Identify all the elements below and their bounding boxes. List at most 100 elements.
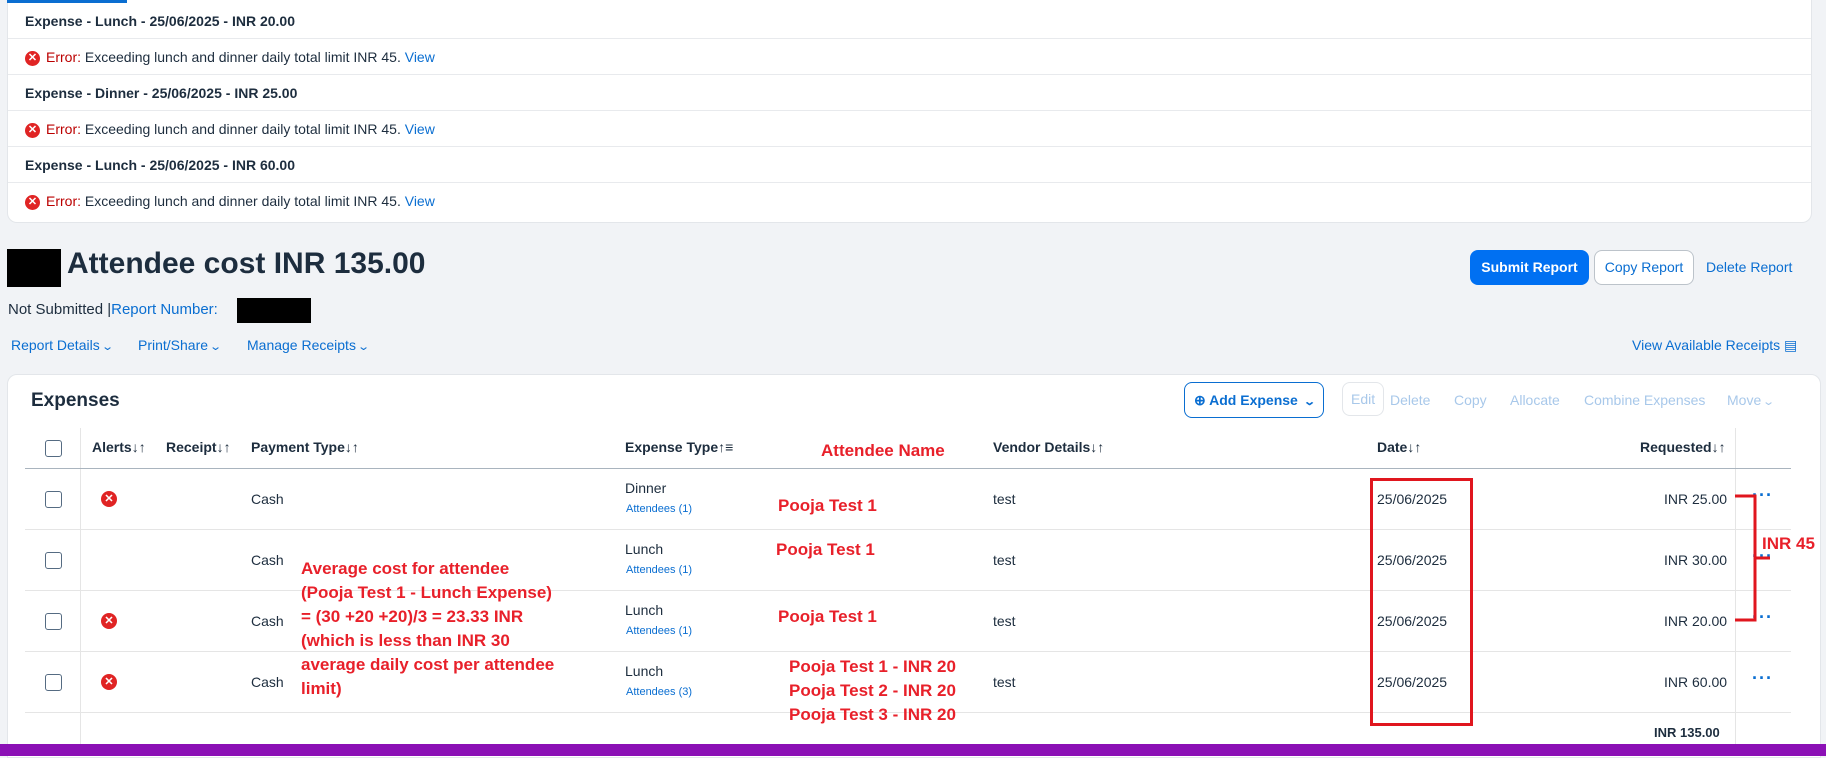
note-line: = (30 +20 +20)/3 = 23.33 INR [301, 607, 524, 626]
menu-label: View Available Receipts [1632, 337, 1781, 353]
error-icon[interactable]: ✕ [101, 491, 117, 507]
chevron-down-icon: ⌄ [1762, 396, 1776, 408]
submit-report-button[interactable]: Submit Report [1470, 250, 1589, 285]
row-checkbox[interactable] [45, 491, 62, 508]
expense-type: Lunch [625, 602, 664, 618]
payment-type: Cash [251, 674, 284, 690]
view-link[interactable]: View [405, 121, 435, 137]
combine-expenses-button[interactable]: Combine Expenses [1584, 392, 1705, 408]
note-line: limit) [301, 679, 342, 698]
row-checkbox[interactable] [45, 613, 62, 630]
move-label: Move [1727, 392, 1762, 408]
column-requested[interactable]: Requested↓↑ [1640, 439, 1726, 455]
row-divider [25, 651, 1791, 652]
column-divider [80, 428, 81, 744]
row-checkbox[interactable] [45, 674, 62, 691]
column-payment-type[interactable]: Payment Type↓↑ [251, 439, 359, 455]
report-number-link[interactable]: Report Number: [111, 301, 218, 318]
view-link[interactable]: View [405, 49, 435, 65]
error-icon: ✕ [25, 122, 40, 138]
view-available-receipts-link[interactable]: View Available Receipts ▤ [1632, 337, 1797, 354]
column-alerts[interactable]: Alerts↓↑ [92, 439, 146, 455]
annotation-date-highlight [1370, 478, 1473, 726]
alerts-panel: Expense - Lunch - 25/06/2025 - INR 20.00… [7, 0, 1812, 223]
chevron-down-icon: ⌄ [1302, 396, 1316, 408]
delete-button[interactable]: Delete [1390, 392, 1430, 408]
edit-button[interactable]: Edit [1342, 382, 1385, 416]
total-amount: INR 135.00 [1654, 725, 1720, 740]
menu-label: Report Details [11, 337, 100, 353]
expenses-title: Expenses [31, 390, 120, 411]
view-link[interactable]: View [405, 193, 435, 209]
copy-report-button[interactable]: Copy Report [1594, 250, 1694, 285]
annotation-attendee-header: Attendee Name [821, 441, 945, 460]
column-vendor-details[interactable]: Vendor Details↓↑ [993, 439, 1104, 455]
row-checkbox[interactable] [45, 552, 62, 569]
attendees-link[interactable]: Attendees (1) [626, 625, 692, 637]
error-message: Exceeding lunch and dinner daily total l… [84, 121, 401, 137]
column-expense-type[interactable]: Expense Type↑≡ [625, 439, 733, 455]
requested-amount: INR 25.00 [1664, 491, 1728, 507]
column-label: Requested [1640, 439, 1712, 455]
error-icon: ✕ [25, 50, 40, 66]
report-details-menu[interactable]: Report Details⌄ [11, 337, 114, 353]
payment-type: Cash [251, 491, 284, 507]
attendees-link[interactable]: Attendees (1) [626, 503, 692, 515]
alert-error-row: ✕ Error: Exceeding lunch and dinner daily… [8, 110, 1811, 147]
annotation-name: Pooja Test 1 [776, 540, 875, 559]
row-divider [25, 590, 1791, 591]
header-divider [25, 468, 1791, 469]
error-label: Error: [46, 193, 81, 209]
error-label: Error: [46, 49, 81, 65]
allocate-button[interactable]: Allocate [1510, 392, 1560, 408]
annotation-bracket-label: INR 45 [1762, 534, 1815, 553]
delete-report-button[interactable]: Delete Report [1706, 259, 1792, 275]
column-date[interactable]: Date↓↑ [1377, 439, 1421, 455]
print-share-menu[interactable]: Print/Share⌄ [138, 337, 222, 353]
vendor-details: test [993, 674, 1016, 690]
chevron-down-icon: ⌄ [357, 341, 371, 353]
more-actions-icon[interactable]: ··· [1752, 668, 1773, 689]
error-label: Error: [46, 121, 81, 137]
menu-label: Manage Receipts [247, 337, 356, 353]
error-icon[interactable]: ✕ [101, 613, 117, 629]
column-receipt[interactable]: Receipt↓↑ [166, 439, 231, 455]
column-label: Payment Type [251, 439, 345, 455]
report-status: Not Submitted |Report Number: [8, 301, 218, 318]
annotation-name: Pooja Test 3 - INR 20 [789, 705, 956, 724]
expense-type: Lunch [625, 663, 664, 679]
sort-icon: ↓↑ [1407, 439, 1422, 455]
manage-receipts-menu[interactable]: Manage Receipts⌄ [247, 337, 371, 353]
redacted-report-number [237, 298, 311, 323]
attendees-link[interactable]: Attendees (3) [626, 686, 692, 698]
add-expense-button[interactable]: ⊕ Add Expense ⌄ [1184, 382, 1324, 418]
column-label: Receipt [166, 439, 217, 455]
tab-indicator [7, 0, 127, 3]
vendor-details: test [993, 552, 1016, 568]
annotation-name: Pooja Test 1 - INR 20 [789, 657, 956, 676]
alert-expense-title: Expense - Lunch - 25/06/2025 - INR 60.00 [8, 146, 1811, 183]
page-title: Attendee cost INR 135.00 [67, 247, 426, 280]
annotation-average-note: Average cost for attendee (Pooja Test 1 … [301, 557, 554, 701]
column-label: Expense Type [625, 439, 719, 455]
requested-amount: INR 60.00 [1664, 674, 1728, 690]
attendees-link[interactable]: Attendees (1) [626, 564, 692, 576]
sort-icon: ↓↑ [216, 439, 231, 455]
copy-button[interactable]: Copy [1454, 392, 1487, 408]
vendor-details: test [993, 613, 1016, 629]
select-all-checkbox[interactable] [45, 440, 62, 457]
column-label: Alerts [92, 439, 132, 455]
expense-type: Dinner [625, 480, 667, 496]
sort-asc-icon: ↑≡ [718, 439, 734, 455]
alert-expense-title: Expense - Lunch - 25/06/2025 - INR 20.00 [8, 2, 1811, 39]
annotation-name: Pooja Test 1 [778, 496, 877, 515]
move-button[interactable]: Move⌄ [1727, 392, 1776, 408]
requested-amount: INR 30.00 [1664, 552, 1728, 568]
alert-error-row: ✕ Error: Exceeding lunch and dinner daily… [8, 38, 1811, 75]
alert-title-text: Expense - Lunch - 25/06/2025 - INR 60.00 [25, 157, 296, 173]
note-line: Average cost for attendee [301, 559, 510, 578]
sort-icon: ↓↑ [131, 439, 146, 455]
vendor-details: test [993, 491, 1016, 507]
note-line: (which is less than INR 30 [301, 631, 510, 650]
error-icon[interactable]: ✕ [101, 674, 117, 690]
